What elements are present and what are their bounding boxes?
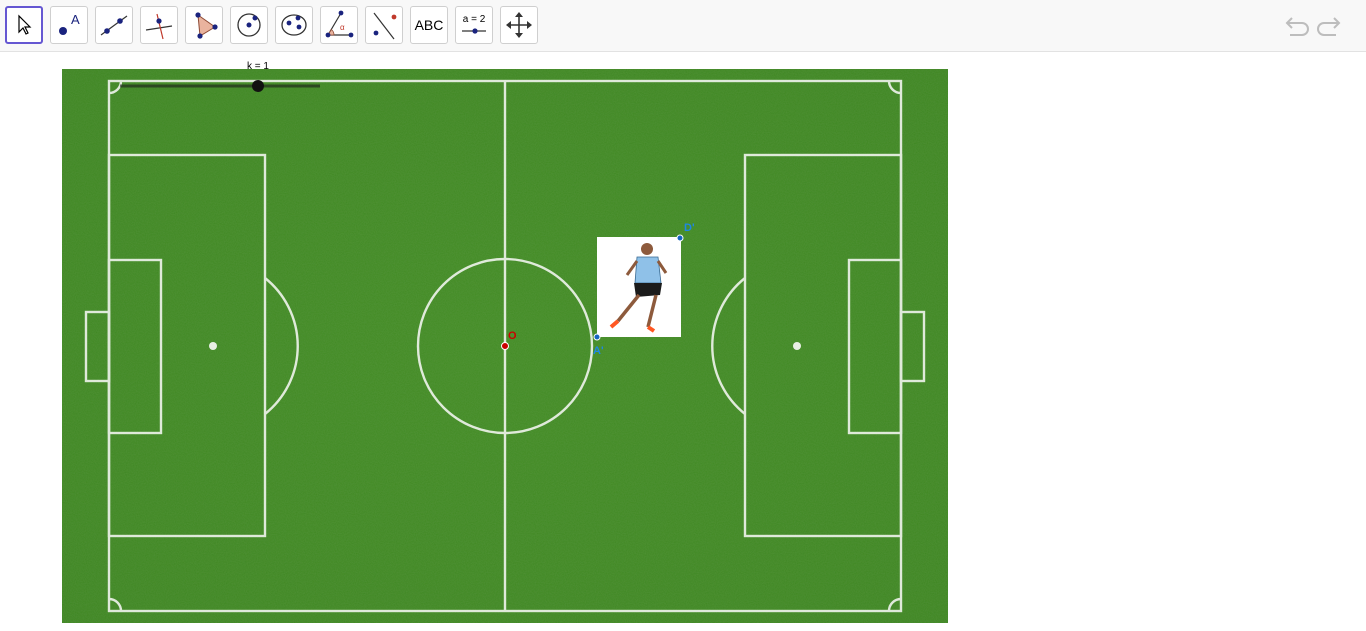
toolbar: A α ABC a = 2 xyxy=(0,0,1366,52)
point-a-prime xyxy=(593,333,601,341)
point-a-prime-label: A' xyxy=(593,345,604,357)
line-tool-button[interactable] xyxy=(95,6,133,44)
point-o-label: O xyxy=(508,330,517,342)
undo-icon xyxy=(1285,17,1309,36)
angle-icon: α xyxy=(325,10,354,38)
angle-tool-button[interactable]: α xyxy=(320,6,358,44)
perpendicular-line-icon xyxy=(145,13,173,40)
point-d-prime-label: D' xyxy=(684,222,695,234)
circle-tool-button[interactable] xyxy=(230,6,268,44)
slider-icon: a = 2 xyxy=(462,14,486,34)
ellipse-tool-button[interactable] xyxy=(275,6,313,44)
cursor-arrow-icon xyxy=(18,14,32,35)
polygon-tool-button[interactable] xyxy=(185,6,223,44)
slider-tool-button[interactable]: a = 2 xyxy=(455,6,493,44)
point-tool-button[interactable]: A xyxy=(50,6,88,44)
undo-button[interactable] xyxy=(1280,12,1310,42)
svg-text:α: α xyxy=(340,23,345,32)
player-image xyxy=(597,237,681,337)
point-icon: A xyxy=(59,12,80,35)
graphics-view[interactable] xyxy=(62,69,948,623)
text-icon: ABC xyxy=(414,17,444,33)
redo-button[interactable] xyxy=(1316,12,1346,42)
redo-icon xyxy=(1317,17,1341,36)
slider-handle xyxy=(252,80,264,92)
move-graphics-view-tool-button[interactable] xyxy=(500,6,538,44)
ellipse-icon xyxy=(281,14,307,36)
perpendicular-line-tool-button[interactable] xyxy=(140,6,178,44)
polygon-icon xyxy=(195,12,218,39)
point-o xyxy=(501,342,509,350)
circle-center-point-icon xyxy=(237,13,261,37)
line-through-points-icon xyxy=(100,15,128,36)
soccer-field-image xyxy=(62,69,948,623)
point-d-prime xyxy=(676,234,684,242)
reflect-about-line-icon xyxy=(373,12,397,40)
text-tool-button[interactable]: ABC xyxy=(410,6,448,44)
move-tool-button[interactable] xyxy=(5,6,43,44)
reflect-tool-button[interactable] xyxy=(365,6,403,44)
move-arrows-icon xyxy=(506,12,532,38)
slider-label: k = 1 xyxy=(247,61,269,72)
svg-text:a = 2: a = 2 xyxy=(463,14,486,25)
svg-text:A: A xyxy=(71,12,80,27)
